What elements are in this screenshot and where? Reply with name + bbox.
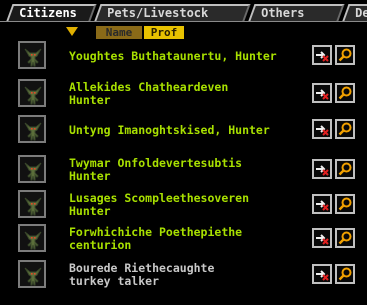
assign-button[interactable] <box>312 194 332 214</box>
tab-bar: Citizens Pets/Livestock Others Dea <box>0 0 367 22</box>
unit-label[interactable]: Untyng Imanoghtskised, Hunter <box>69 115 309 145</box>
tab-pets-livestock[interactable]: Pets/Livestock <box>94 4 251 22</box>
goblin-portrait-icon[interactable] <box>18 41 46 69</box>
unit-label[interactable]: Twymar Onfoldevertesubtis Hunter <box>69 155 309 185</box>
unit-profession: Hunter <box>69 93 111 107</box>
assign-button[interactable] <box>312 264 332 284</box>
unit-label[interactable]: Forwhichiche Poethepiethe centurion <box>69 224 309 254</box>
tab-dead[interactable]: Dea <box>342 4 367 22</box>
unit-label[interactable]: Youghtes Buthataunertu, Hunter <box>69 41 309 71</box>
unit-label[interactable]: Lusages Scompleethesoveren Hunter <box>69 190 309 220</box>
unit-row[interactable]: Twymar Onfoldevertesubtis Hunter <box>0 155 367 185</box>
zoom-button[interactable] <box>335 264 355 284</box>
tab-citizens-label: Citizens <box>19 6 77 20</box>
unit-row[interactable]: Youghtes Buthataunertu, Hunter <box>0 41 367 71</box>
unit-profession: Hunter <box>69 204 111 218</box>
unit-row[interactable]: Bourede Riethecaughte turkey talker <box>0 260 367 290</box>
goblin-portrait-icon[interactable] <box>18 224 46 252</box>
tab-others[interactable]: Others <box>248 4 345 22</box>
zoom-button[interactable] <box>335 159 355 179</box>
unit-label[interactable]: Bourede Riethecaughte turkey talker <box>69 260 309 290</box>
assign-button[interactable] <box>312 45 332 65</box>
unit-profession: centurion <box>69 238 132 252</box>
zoom-button[interactable] <box>335 83 355 103</box>
assign-button[interactable] <box>312 159 332 179</box>
zoom-button[interactable] <box>335 119 355 139</box>
tab-pets-livestock-label: Pets/Livestock <box>107 6 209 20</box>
goblin-portrait-icon[interactable] <box>18 115 46 143</box>
unit-name: Untyng Imanoghtskised, Hunter <box>69 122 270 137</box>
zoom-button[interactable] <box>335 45 355 65</box>
tab-citizens[interactable]: Citizens <box>6 4 97 22</box>
zoom-button[interactable] <box>335 228 355 248</box>
assign-button[interactable] <box>312 119 332 139</box>
unit-row[interactable]: Untyng Imanoghtskised, Hunter <box>0 115 367 145</box>
unit-row[interactable]: Allekides Chatheardeven Hunter <box>0 79 367 109</box>
goblin-portrait-icon[interactable] <box>18 79 46 107</box>
sort-name-button[interactable]: Name <box>96 26 142 39</box>
assign-button[interactable] <box>312 83 332 103</box>
sort-prof-button[interactable]: Prof <box>144 26 184 39</box>
tab-divider <box>0 21 367 22</box>
goblin-portrait-icon[interactable] <box>18 155 46 183</box>
assign-button[interactable] <box>312 228 332 248</box>
sort-down-arrow-icon[interactable] <box>66 27 78 36</box>
zoom-button[interactable] <box>335 194 355 214</box>
unit-profession: Hunter <box>69 169 111 183</box>
tab-dead-label: Dea <box>355 6 367 20</box>
unit-name: Youghtes Buthataunertu, Hunter <box>69 48 277 63</box>
unit-row[interactable]: Forwhichiche Poethepiethe centurion <box>0 224 367 254</box>
unit-label[interactable]: Allekides Chatheardeven Hunter <box>69 79 309 109</box>
unit-row[interactable]: Lusages Scompleethesoveren Hunter <box>0 190 367 220</box>
goblin-portrait-icon[interactable] <box>18 260 46 288</box>
goblin-portrait-icon[interactable] <box>18 190 46 218</box>
unit-profession: turkey talker <box>69 274 160 288</box>
tab-others-label: Others <box>261 6 305 20</box>
